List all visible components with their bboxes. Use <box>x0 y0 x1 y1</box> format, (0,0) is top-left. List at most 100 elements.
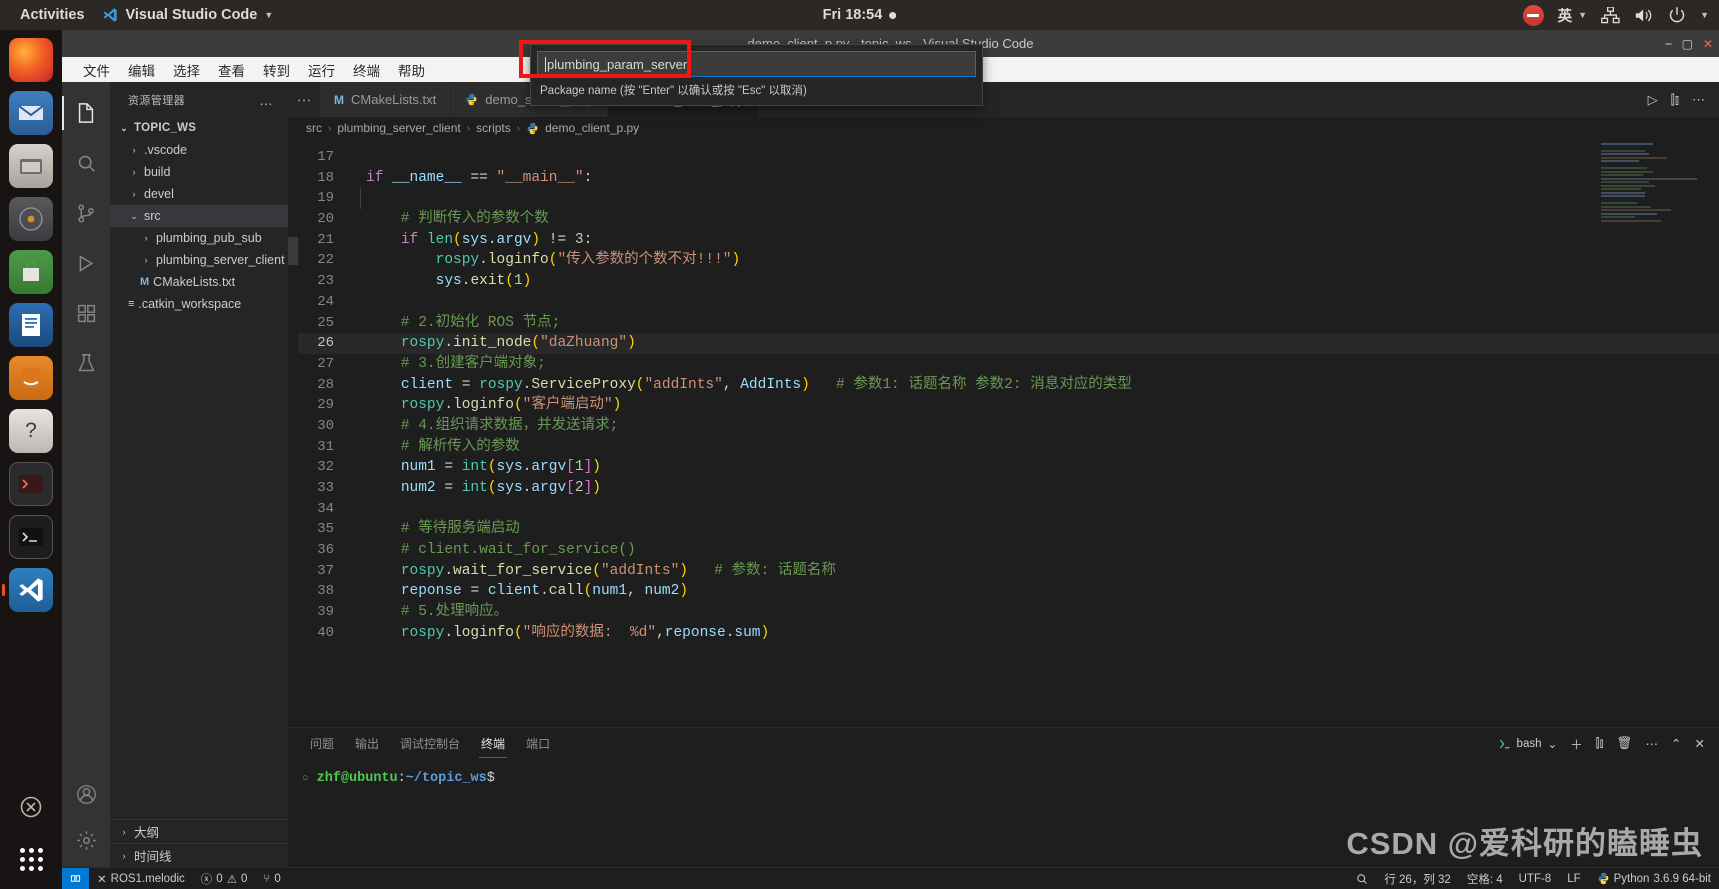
explorer-more-icon[interactable]: … <box>259 92 274 108</box>
dock-item-help[interactable]: ? <box>9 409 53 453</box>
new-terminal-icon[interactable]: ＋ <box>1570 734 1583 753</box>
activities-button[interactable]: Activities <box>12 7 92 23</box>
package-name-input[interactable]: plumbing_param_server <box>537 51 976 77</box>
activitybar-explorer[interactable] <box>62 90 110 136</box>
maximize-panel-icon[interactable]: ⌃ <box>1671 736 1681 751</box>
do-not-disturb-icon[interactable] <box>1522 4 1544 26</box>
terminal-path: ~/topic_ws <box>405 771 487 786</box>
dock-item-thunderbird[interactable] <box>9 91 53 135</box>
menu-item-selection[interactable]: 选择 <box>164 58 209 82</box>
tree-item-src[interactable]: ⌄ src <box>110 205 288 227</box>
maximize-button[interactable]: ▢ <box>1682 37 1693 51</box>
dock-item-firefox[interactable] <box>9 38 53 82</box>
code-lines[interactable]: 17 18 if __name__ == "__main__": 19 20 #… <box>298 139 1719 727</box>
activitybar-source-control[interactable] <box>62 190 110 236</box>
tree-item-vscode[interactable]: › .vscode <box>110 139 288 161</box>
tree-item-cmakelists[interactable]: M CMakeLists.txt <box>110 271 288 293</box>
split-editor-icon[interactable]: ⫿⫾ <box>1671 92 1679 108</box>
panel-tab-output[interactable]: 输出 <box>353 730 381 758</box>
terminal-colon: : <box>397 771 406 786</box>
dock-item-software[interactable] <box>9 250 53 294</box>
menu-item-edit[interactable]: 编辑 <box>119 58 164 82</box>
code-editor[interactable]: 17 18 if __name__ == "__main__": 19 20 #… <box>288 139 1719 727</box>
app-menu[interactable]: Visual Studio Code ▼ <box>102 7 273 23</box>
line-number: 37 <box>317 562 334 579</box>
chevron-down-icon[interactable]: ▼ <box>1700 10 1709 20</box>
menu-item-view[interactable]: 查看 <box>209 58 254 82</box>
activitybar-accounts[interactable] <box>62 771 110 817</box>
dock-item-show-apps[interactable] <box>9 837 53 881</box>
breadcrumb-item-plumbing-server-client[interactable]: plumbing_server_client <box>337 121 460 135</box>
menu-item-terminal[interactable]: 终端 <box>344 58 389 82</box>
tree-item-plumbing-pub-sub[interactable]: › plumbing_pub_sub <box>110 227 288 249</box>
close-button[interactable]: ✕ <box>1703 37 1713 51</box>
tree-item-plumbing-server-client[interactable]: › plumbing_server_client <box>110 249 288 271</box>
editor-actions-more-icon[interactable]: ⋯ <box>1692 92 1705 108</box>
activitybar-extensions[interactable] <box>62 290 110 336</box>
tree-root-topic-ws[interactable]: ⌄ TOPIC_WS <box>110 117 288 139</box>
sidebar-section-timeline[interactable]: › 时间线 <box>110 843 288 867</box>
split-terminal-icon[interactable]: ⫿⫾ <box>1596 736 1604 751</box>
run-file-icon[interactable]: ▷ <box>1648 92 1658 108</box>
dock-item-terminal[interactable] <box>9 515 53 559</box>
activitybar-run-debug[interactable] <box>62 240 110 286</box>
sidebar-section-outline[interactable]: › 大纲 <box>110 819 288 843</box>
menu-item-run[interactable]: 运行 <box>299 58 344 82</box>
clock[interactable]: Fri 18:54 <box>823 7 897 23</box>
dock-item-libreoffice-writer[interactable] <box>9 303 53 347</box>
breadcrumb-item-demo-client-p[interactable]: demo_client_p.py <box>545 121 639 135</box>
network-icon[interactable] <box>1601 6 1620 24</box>
status-encoding[interactable]: UTF-8 <box>1511 873 1560 885</box>
status-language-mode[interactable]: Python 3.6.9 64-bit <box>1589 872 1719 885</box>
menu-item-goto[interactable]: 转到 <box>254 58 299 82</box>
dock-item-trash[interactable] <box>9 785 53 829</box>
status-indentation[interactable]: 空格: 4 <box>1459 871 1511 887</box>
quick-input-widget[interactable]: plumbing_param_server Package name (按 "E… <box>530 44 983 106</box>
power-icon[interactable] <box>1668 6 1686 24</box>
panel-tab-problems[interactable]: 问题 <box>308 730 336 758</box>
activitybar-testing[interactable] <box>62 340 110 386</box>
tab-cmakelists[interactable]: M CMakeLists.txt <box>320 82 452 117</box>
status-search-icon[interactable] <box>1348 873 1376 885</box>
status-eol[interactable]: LF <box>1559 873 1588 885</box>
editor-scrollbar[interactable] <box>1705 139 1719 727</box>
activitybar-settings[interactable] <box>62 817 110 863</box>
dock-item-files[interactable] <box>9 144 53 188</box>
line-number: 39 <box>317 604 334 621</box>
panel-more-icon[interactable]: ⋯ <box>1646 736 1659 751</box>
breadcrumb-item-src[interactable]: src <box>306 121 322 135</box>
panel-tab-debug-console[interactable]: 调试控制台 <box>398 730 462 758</box>
terminal-shell-selector[interactable]: bash ⌄ <box>1499 737 1557 751</box>
tree-item-devel[interactable]: › devel <box>110 183 288 205</box>
ime-indicator[interactable]: 英 ▼ <box>1558 5 1587 26</box>
dock-item-terminal-red[interactable] <box>9 462 53 506</box>
panel-tab-terminal[interactable]: 终端 <box>479 730 508 758</box>
kill-terminal-icon[interactable]: 🗑 <box>1617 736 1633 751</box>
editor-minimap[interactable] <box>1601 139 1705 727</box>
line-content: sys.exit(1) <box>435 273 532 290</box>
status-ports[interactable]: ⑂ 0 <box>255 873 288 885</box>
menu-item-help[interactable]: 帮助 <box>389 58 434 82</box>
breadcrumb-item-scripts[interactable]: scripts <box>476 121 511 135</box>
minimize-button[interactable]: ⎯ <box>1666 36 1672 51</box>
dock-item-rhythmbox[interactable] <box>9 197 53 241</box>
line-content: rospy.loginfo("客户端启动") <box>400 397 622 414</box>
tabs-overflow-icon[interactable]: ⋯ <box>288 82 320 117</box>
dock-item-vscode[interactable] <box>9 568 53 612</box>
status-remote-indicator[interactable] <box>62 867 89 889</box>
line-content: rospy.loginfo("响应的数据: %d",reponse.sum) <box>400 624 770 641</box>
status-ros-distro[interactable]: ✕ ROS1.melodic <box>89 872 193 886</box>
tree-item-build[interactable]: › build <box>110 161 288 183</box>
terminal-output[interactable]: ○ zhf@ubuntu:~/topic_ws$ <box>288 759 1719 786</box>
close-panel-icon[interactable]: ✕ <box>1695 736 1705 751</box>
menu-item-file[interactable]: 文件 <box>74 58 119 82</box>
status-cursor-position[interactable]: 行 26，列 32 <box>1376 871 1458 887</box>
extensions-icon <box>77 304 95 322</box>
line-content: if len(sys.argv) != 3: <box>400 231 593 248</box>
activitybar-search[interactable] <box>62 140 110 186</box>
panel-tab-ports[interactable]: 端口 <box>524 730 552 758</box>
status-problems[interactable]: ⓧ 0 ⚠ 0 <box>193 871 256 887</box>
dock-item-amazon[interactable] <box>9 356 53 400</box>
tree-item-catkin-workspace[interactable]: ≡ .catkin_workspace <box>110 293 288 315</box>
volume-icon[interactable] <box>1634 7 1654 24</box>
